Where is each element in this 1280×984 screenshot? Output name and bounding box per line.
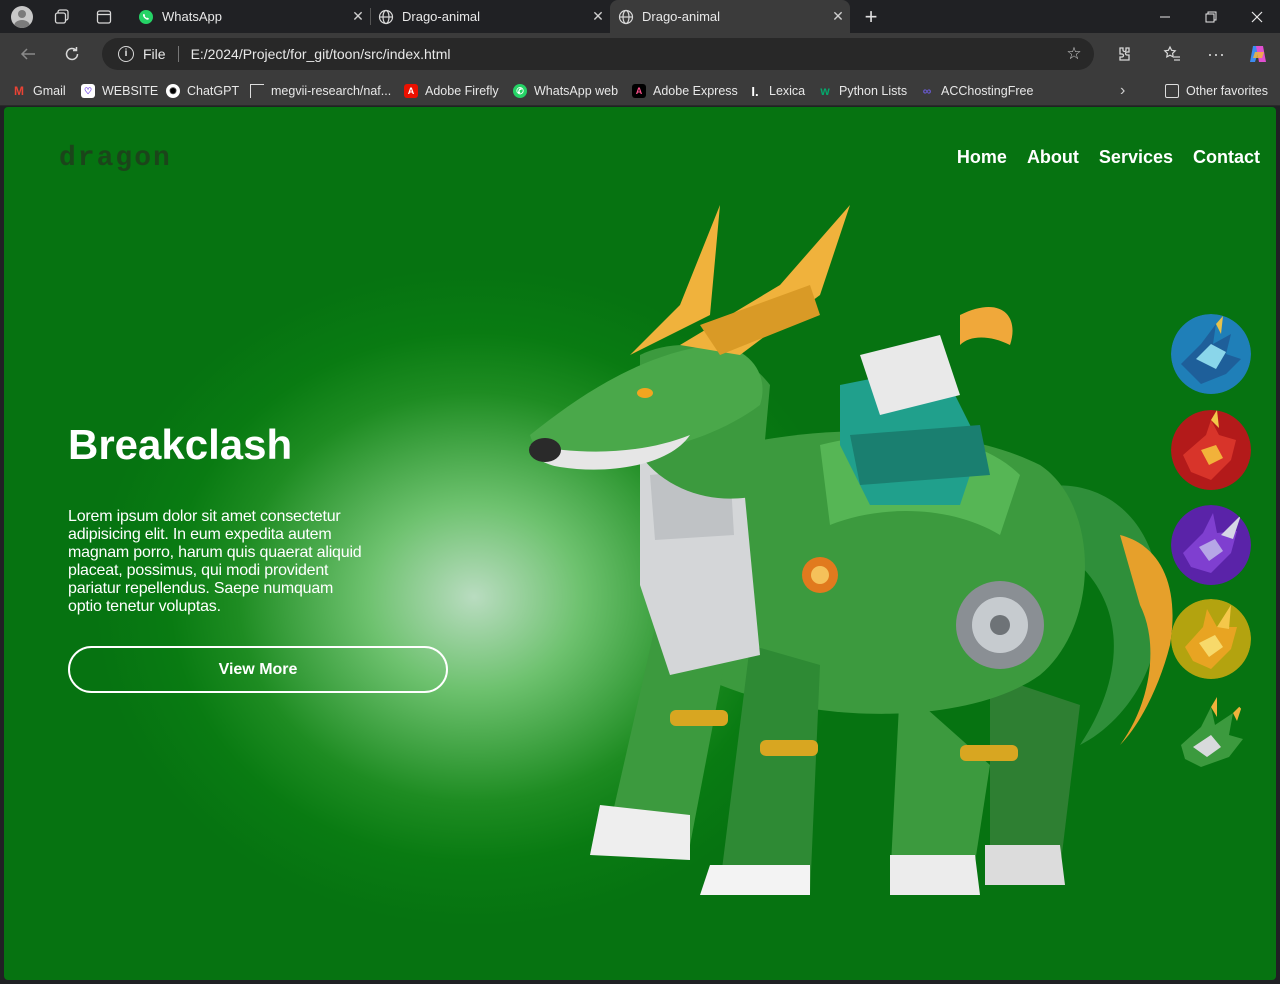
hosting-icon: ∞ xyxy=(922,84,932,98)
thumbnail-yellow-dragon[interactable] xyxy=(1171,599,1251,679)
bookmarks-overflow-chevron-icon[interactable]: › xyxy=(1120,81,1125,101)
minimize-icon[interactable] xyxy=(1142,0,1188,33)
close-tab-icon[interactable]: ✕ xyxy=(586,8,610,25)
refresh-icon[interactable] xyxy=(56,37,88,71)
bookmarks-bar: M Gmail ♡ WEBSITE ✺ ChatGPT megvii-resea… xyxy=(0,75,1280,106)
more-menu-icon[interactable]: ··· xyxy=(1200,37,1232,71)
address-bar[interactable]: i File E:/2024/Project/for_git/toon/src/… xyxy=(102,38,1094,70)
bookmark-whatsapp-web[interactable]: ✆ WhatsApp web xyxy=(513,81,618,101)
bookmark-megvii[interactable]: megvii-research/naf... xyxy=(250,81,391,101)
address-url[interactable]: E:/2024/Project/for_git/toon/src/index.h… xyxy=(191,46,1054,62)
thumbnail-blue-dragon[interactable] xyxy=(1171,314,1251,394)
tab-actions-icon[interactable] xyxy=(86,0,122,33)
hero-title: Breakclash xyxy=(68,421,293,468)
tab-drago-animal[interactable]: Drago-animal ✕ xyxy=(370,0,610,33)
github-icon xyxy=(250,84,264,98)
bookmark-website[interactable]: ♡ WEBSITE xyxy=(81,81,158,101)
tab-whatsapp[interactable]: WhatsApp ✕ xyxy=(130,0,370,33)
thumbnail-red-dragon[interactable] xyxy=(1171,410,1251,490)
extensions-icon[interactable] xyxy=(1107,37,1139,71)
dragon-hero-image xyxy=(529,205,1173,895)
globe-icon xyxy=(618,9,634,25)
gmail-icon: M xyxy=(14,84,24,98)
tab-strip: WhatsApp ✕ Drago-animal ✕ Drago-animal ✕… xyxy=(0,0,1280,33)
close-tab-icon[interactable]: ✕ xyxy=(826,8,850,25)
nav-contact[interactable]: Contact xyxy=(1193,147,1260,168)
bookmark-python-lists[interactable]: w Python Lists xyxy=(818,81,907,101)
site-info-icon[interactable]: i xyxy=(118,46,134,62)
folder-icon xyxy=(1165,84,1179,98)
whatsapp-icon xyxy=(138,9,154,25)
view-more-button[interactable]: View More xyxy=(68,646,448,693)
bookmark-other-favorites[interactable]: Other favorites xyxy=(1165,81,1268,101)
nav-services[interactable]: Services xyxy=(1099,147,1173,168)
site-logo[interactable]: dragon xyxy=(59,143,172,174)
whatsapp-icon: ✆ xyxy=(513,84,527,98)
back-icon[interactable] xyxy=(12,37,44,71)
favorite-star-icon[interactable]: ☆ xyxy=(1054,44,1094,64)
browser-toolbar: i File E:/2024/Project/for_git/toon/src/… xyxy=(0,33,1280,75)
new-tab-button[interactable]: + xyxy=(858,0,884,33)
bookmark-lexica[interactable]: I. Lexica xyxy=(748,81,805,101)
nav-home[interactable]: Home xyxy=(957,147,1007,168)
bookmark-acchostingfree[interactable]: ∞ ACChostingFree xyxy=(920,81,1034,101)
hero-description: Lorem ipsum dolor sit amet consectetur a… xyxy=(68,508,362,615)
workspaces-icon[interactable] xyxy=(44,0,80,33)
restore-icon[interactable] xyxy=(1188,0,1234,33)
thumbnail-purple-dragon[interactable] xyxy=(1171,505,1251,585)
chatgpt-icon: ✺ xyxy=(166,84,180,98)
lexica-icon: I. xyxy=(751,83,759,99)
bookmark-chatgpt[interactable]: ✺ ChatGPT xyxy=(166,81,239,101)
bookmark-gmail[interactable]: M Gmail xyxy=(12,81,66,101)
close-tab-icon[interactable]: ✕ xyxy=(346,8,370,25)
globe-icon xyxy=(378,9,394,25)
nav-about[interactable]: About xyxy=(1027,147,1079,168)
favorites-icon[interactable] xyxy=(1156,37,1188,71)
bookmark-adobe-express[interactable]: A Adobe Express xyxy=(632,81,738,101)
website-icon: ♡ xyxy=(81,84,95,98)
copilot-icon[interactable] xyxy=(1242,37,1274,71)
main-nav: Home About Services Contact xyxy=(957,147,1260,168)
w3schools-icon: w xyxy=(820,84,830,98)
thumbnail-green-dragon[interactable] xyxy=(1171,695,1251,775)
adobe-icon: A xyxy=(404,84,418,98)
bookmark-adobe-firefly[interactable]: A Adobe Firefly xyxy=(404,81,499,101)
adobe-express-icon: A xyxy=(632,84,646,98)
page-viewport: dragon Home About Services Contact Break… xyxy=(4,107,1276,980)
profile-avatar[interactable] xyxy=(4,0,40,33)
tab-drago-animal-active[interactable]: Drago-animal ✕ xyxy=(610,0,850,33)
window-close-icon[interactable] xyxy=(1234,0,1280,33)
